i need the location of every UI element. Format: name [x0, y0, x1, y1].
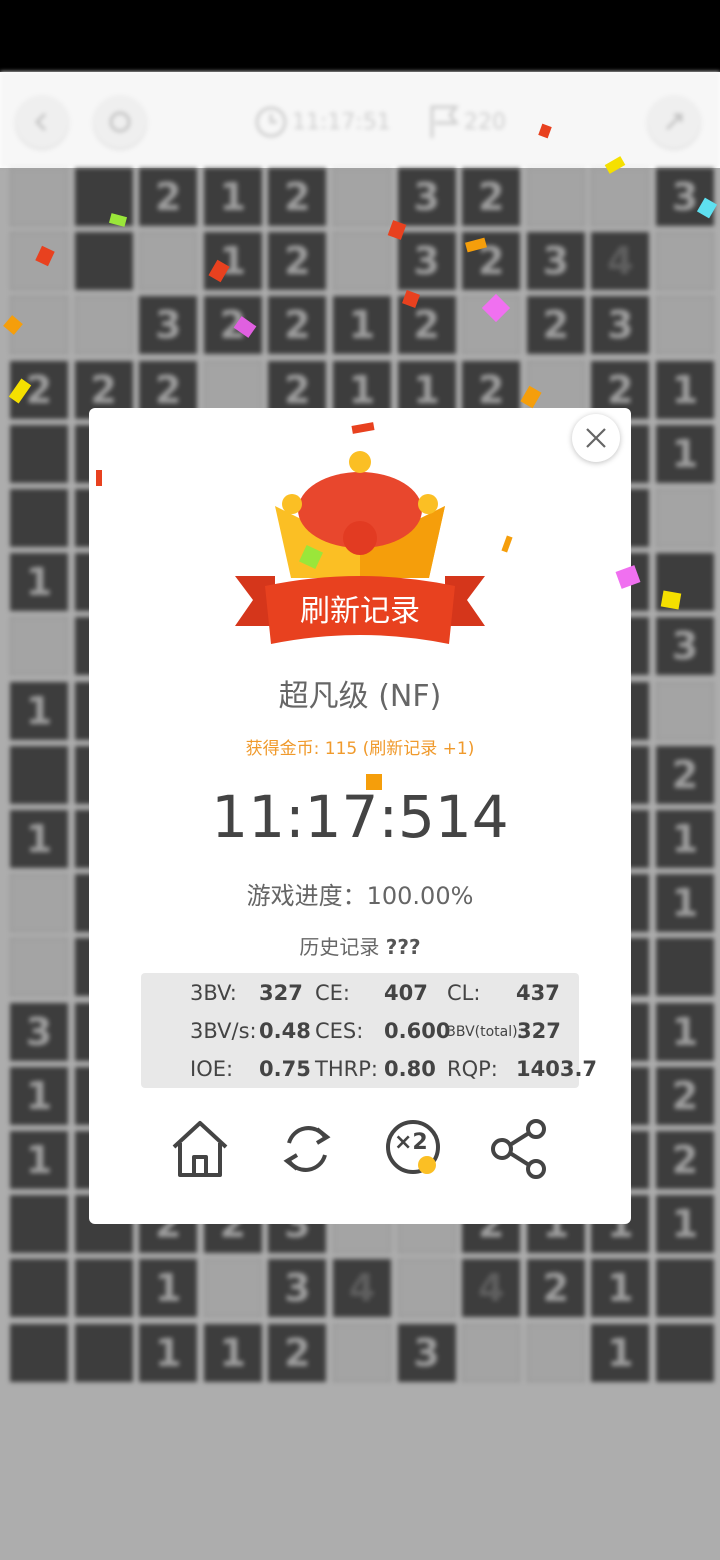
stat-value-cl: 437 — [516, 981, 560, 1005]
stat-label-thrp: THRP: — [315, 1057, 378, 1081]
stat-label-ces: CES: — [315, 1019, 364, 1043]
stat-value-3bvs: 0.48 — [259, 1019, 311, 1043]
stat-label-3bv: 3BV: — [190, 981, 237, 1005]
game-toolbar: 11:17:51 220 — [0, 72, 720, 168]
confetti-piece — [96, 470, 102, 486]
close-icon — [586, 428, 606, 448]
stat-label-rqp: RQP: — [447, 1057, 498, 1081]
status-bar — [0, 0, 720, 72]
restart-icon — [109, 111, 131, 133]
difficulty-level: 超凡级 (NF) — [278, 679, 442, 714]
double-coins-button[interactable]: ×2 — [378, 1114, 448, 1184]
stat-label-3bv-total: 3BV(total): — [447, 1024, 523, 1040]
replay-button[interactable] — [272, 1114, 342, 1184]
refresh-icon — [283, 1126, 331, 1172]
history-label: 历史记录 — [299, 935, 380, 959]
double-coins-label: ×2 — [394, 1130, 428, 1155]
confetti-piece — [660, 590, 682, 610]
history-record: 历史记录 ??? — [89, 931, 631, 960]
timer-text: 11:17:51 — [292, 109, 391, 135]
home-icon — [172, 1121, 228, 1177]
flag-count-text: 220 — [464, 109, 506, 135]
stat-value-thrp: 0.80 — [384, 1057, 436, 1081]
share-button[interactable] — [485, 1114, 555, 1184]
stat-value-3bv: 327 — [259, 981, 303, 1005]
confetti-piece — [366, 774, 382, 790]
timer-display: 11:17:51 — [254, 102, 391, 142]
expand-icon — [665, 113, 683, 131]
stats-panel: 3BV: 327 CE: 407 CL: 437 3BV/s: 0.48 CES… — [141, 973, 597, 1088]
share-icon — [491, 1119, 546, 1179]
stat-value-ce: 407 — [384, 981, 428, 1005]
stat-value-rqp: 1403.7 — [516, 1057, 598, 1081]
stat-label-ioe: IOE: — [190, 1057, 234, 1081]
record-dialog: 刷新记录 超凡级 (NF) 获得金币: 115 (刷新记录 +1) 11:17:… — [89, 408, 631, 1224]
back-button[interactable] — [16, 96, 68, 148]
stat-value-ces: 0.600 — [384, 1019, 451, 1043]
finish-time: 11:17:514 — [211, 783, 509, 851]
back-icon — [34, 112, 47, 132]
stat-value-3bv-total: 327 — [517, 1019, 561, 1043]
restart-button[interactable] — [94, 96, 146, 148]
home-button[interactable] — [165, 1114, 235, 1184]
stat-label-cl: CL: — [447, 981, 481, 1005]
stat-value-ioe: 0.75 — [259, 1057, 311, 1081]
stat-label-3bvs: 3BV/s: — [190, 1019, 257, 1043]
stat-label-ce: CE: — [315, 981, 351, 1005]
banner-title: 刷新记录 — [300, 594, 420, 629]
coins-earned: 获得金币: 115 (刷新记录 +1) — [245, 739, 475, 759]
action-bar: ×2 — [89, 1114, 631, 1194]
flag-icon — [430, 105, 459, 138]
close-button[interactable] — [572, 414, 620, 462]
flag-counter: 220 — [428, 102, 506, 142]
clock-icon — [255, 106, 287, 138]
history-value: ??? — [385, 935, 421, 959]
expand-button[interactable] — [648, 96, 700, 148]
game-progress: 游戏进度：100.00% — [246, 882, 474, 910]
